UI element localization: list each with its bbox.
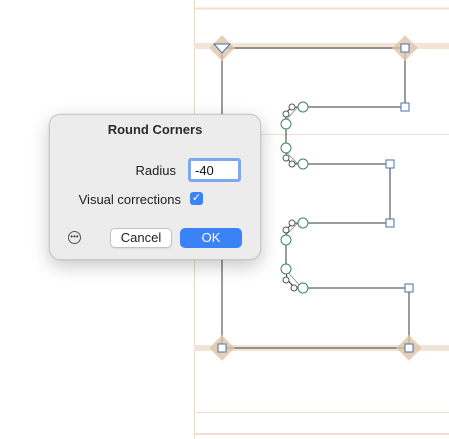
cancel-button[interactable]: Cancel [110,228,172,248]
smooth-node [280,234,292,246]
smooth-node [280,142,292,154]
smooth-node [297,101,309,113]
smooth-node [297,217,309,229]
smooth-node [280,118,292,130]
checkmark-icon: ✓ [191,192,202,204]
dialog-title: Round Corners [107,122,203,137]
corner-node [400,102,410,112]
visual-corrections-checkbox[interactable]: ✓ [190,192,203,205]
ok-button[interactable]: OK [180,228,242,248]
corner-node [385,218,395,228]
radius-label: Radius [135,163,176,178]
off-curve-handle [282,226,290,234]
smooth-node [280,263,292,275]
visual-corrections-label: Visual corrections [78,192,181,207]
corner-node [400,43,410,53]
smooth-node [297,158,309,170]
corner-node [404,343,414,353]
corner-node [404,283,414,293]
off-curve-handle [288,160,296,168]
off-curve-handle [290,284,298,292]
round-corners-dialog: Round Corners Radius Visual corrections … [49,114,261,260]
corner-node [217,343,227,353]
ellipsis-circle-icon[interactable]: ••• [68,231,81,244]
corner-node [385,159,395,169]
smooth-node [297,282,309,294]
off-curve-handle [288,103,296,111]
off-curve-handle [282,110,290,118]
radius-input[interactable] [188,158,241,182]
off-curve-handle [288,219,296,227]
off-curve-handle [282,154,290,162]
off-curve-handle [282,276,290,284]
